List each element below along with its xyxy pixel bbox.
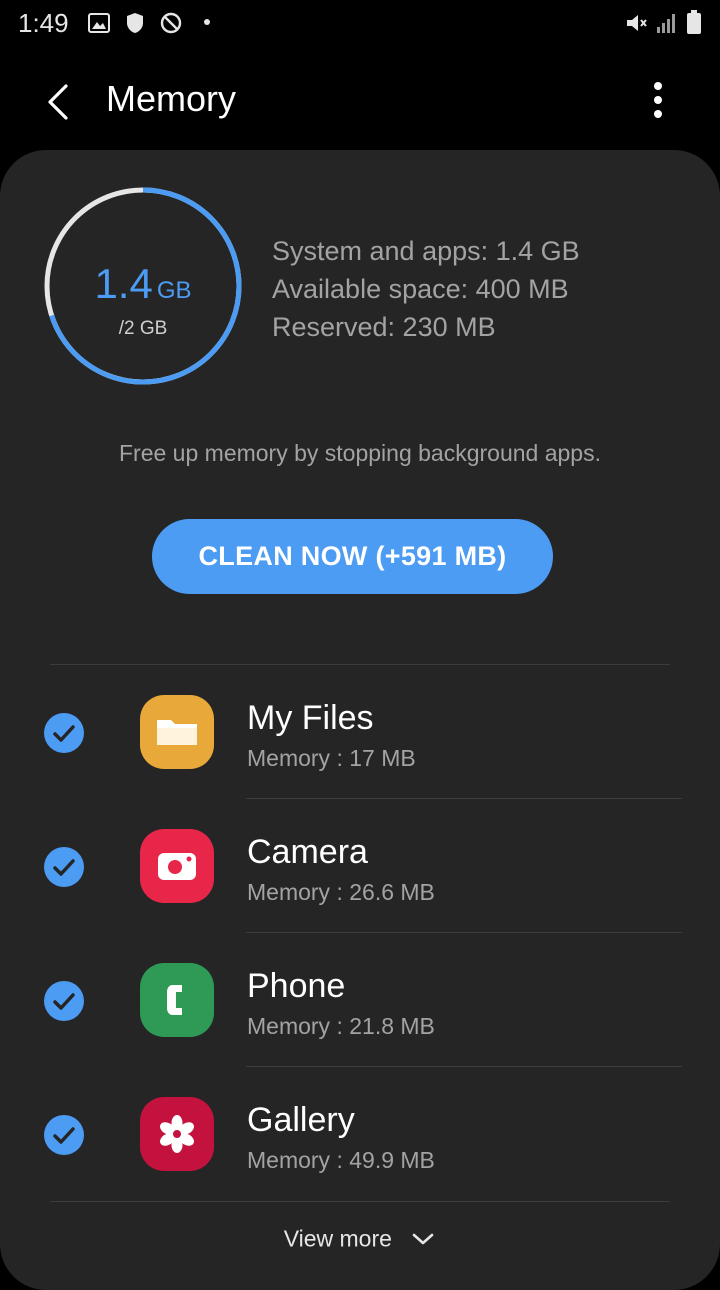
view-more-label: View more (283, 1225, 392, 1252)
app-memory: Memory : 49.9 MB (247, 1147, 435, 1173)
gauge-used-unit: GB (156, 277, 192, 304)
view-more-button[interactable]: View more (0, 1224, 720, 1264)
dot-icon (204, 19, 210, 25)
battery-icon (687, 10, 701, 34)
checkbox-checked[interactable] (44, 847, 84, 887)
signal-icon (657, 14, 675, 33)
app-name: Gallery (247, 1101, 355, 1139)
no-sync-icon (160, 12, 182, 34)
folder-icon (140, 695, 214, 769)
check-icon (53, 993, 75, 1010)
divider (50, 1201, 670, 1202)
stat-system-apps: System and apps: 1.4 GB (272, 236, 580, 266)
app-row-phone[interactable]: Phone Memory : 21.8 MB (0, 933, 720, 1067)
shield-icon (127, 13, 143, 33)
vibrate-mute-icon (627, 15, 647, 31)
app-row-my-files[interactable]: My Files Memory : 17 MB (0, 665, 720, 799)
clean-now-button[interactable]: CLEAN NOW (+591 MB) (152, 519, 553, 594)
check-icon (53, 859, 75, 876)
checkbox-checked[interactable] (44, 713, 84, 753)
gauge-used-value: 1.4 GB (42, 260, 244, 308)
status-time: 1:49 (18, 8, 69, 38)
back-arrow-icon[interactable] (36, 78, 84, 126)
app-row-gallery[interactable]: Gallery Memory : 49.9 MB (0, 1067, 720, 1201)
chevron-down-icon (413, 1233, 434, 1245)
page-title: Memory (106, 78, 237, 119)
app-bar: Memory (0, 56, 720, 142)
check-icon (53, 725, 75, 742)
gauge-used-number: 1.4 (94, 260, 153, 307)
memory-stats: System and apps: 1.4 GB Available space:… (272, 232, 580, 346)
app-name: My Files (247, 699, 374, 737)
checkbox-checked[interactable] (44, 981, 84, 1021)
app-memory: Memory : 17 MB (247, 745, 416, 771)
app-row-camera[interactable]: Camera Memory : 26.6 MB (0, 799, 720, 933)
app-memory: Memory : 21.8 MB (247, 1013, 435, 1039)
camera-icon (140, 829, 214, 903)
hint-text: Free up memory by stopping background ap… (119, 440, 601, 466)
app-name: Camera (247, 833, 368, 871)
gauge-total: /2 GB (118, 318, 168, 339)
status-bar: 1:49 (0, 0, 720, 46)
image-icon (88, 13, 110, 33)
app-name: Phone (247, 967, 346, 1005)
check-icon (53, 1127, 75, 1144)
app-memory: Memory : 26.6 MB (247, 879, 435, 905)
stat-reserved: Reserved: 230 MB (272, 312, 496, 342)
checkbox-checked[interactable] (44, 1115, 84, 1155)
more-vert-icon[interactable] (640, 76, 676, 124)
phone-icon (140, 963, 214, 1037)
stat-available: Available space: 400 MB (272, 274, 569, 304)
flower-icon (140, 1097, 214, 1171)
